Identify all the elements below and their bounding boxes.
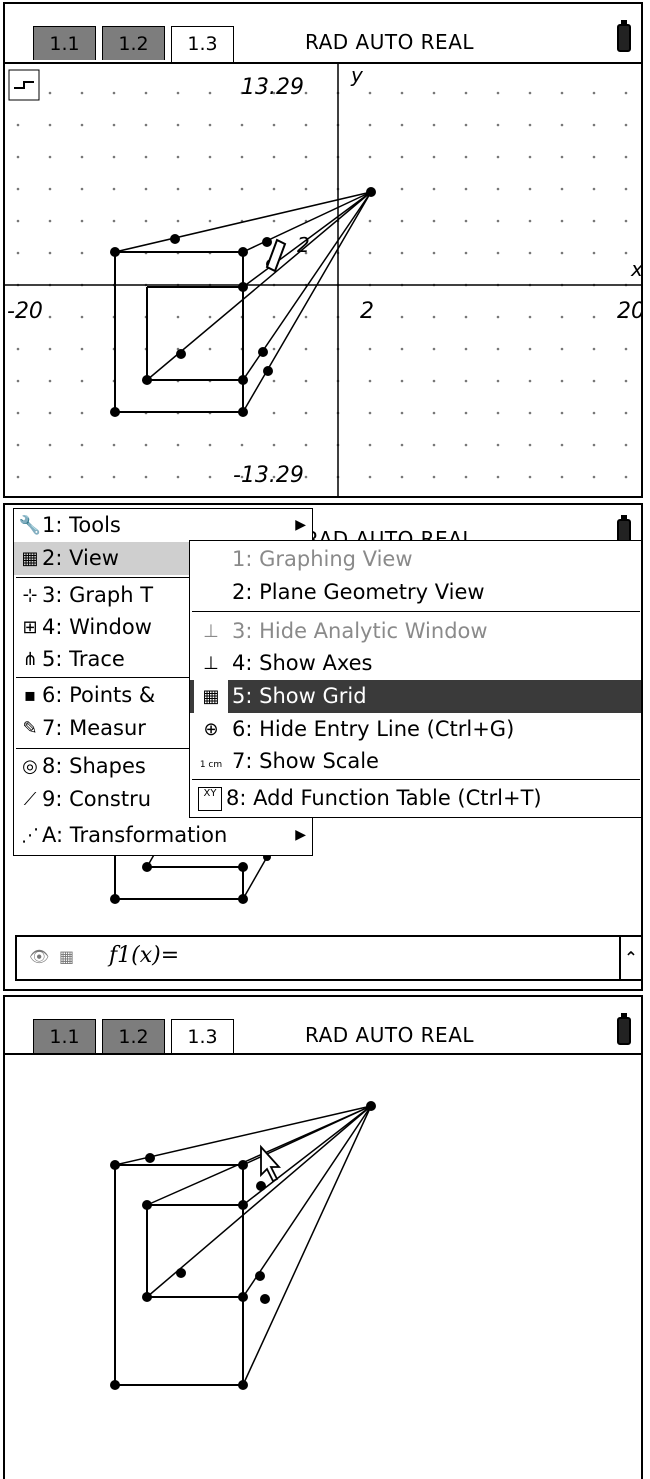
menu-item-view[interactable]: ▦ 2: View — [14, 542, 194, 575]
tab-1-1[interactable]: 1.1 — [33, 26, 96, 60]
function-entry-line[interactable]: 👁 ▦ f1(x)= — [15, 935, 623, 981]
expand-history-button[interactable]: ⌃ — [619, 935, 641, 981]
trace-icon: ⋔ — [22, 649, 38, 670]
menu-item-show-grid[interactable]: ▦ 5: Show Grid — [190, 680, 641, 713]
ruler-icon: ✎ — [22, 718, 38, 739]
point-icon: ▪ — [23, 685, 37, 706]
calculator-screen-1: 1.1 1.2 1.3 RAD AUTO REAL 13.29 y x -20 … — [3, 2, 643, 498]
grid-icon: ▦ — [194, 680, 228, 713]
tab-1-3[interactable]: 1.3 — [171, 26, 234, 62]
plot-type-icon[interactable]: ▦ — [59, 947, 74, 966]
circle-icon: ◎ — [22, 756, 38, 777]
view-submenu: 1: Graphing View 2: Plane Geometry View … — [189, 540, 641, 818]
ymin-label: -13.29 — [233, 463, 304, 488]
wrench-icon: 🔧 — [18, 515, 42, 536]
tab-bar: 1.1 1.2 1.3 RAD AUTO REAL — [5, 4, 641, 64]
menu-item-graphing-view[interactable]: 1: Graphing View — [190, 543, 641, 576]
battery-icon — [617, 1013, 631, 1045]
y-axis-label: y — [350, 63, 364, 87]
tab-1-3[interactable]: 1.3 — [171, 1019, 234, 1055]
tab-1-2[interactable]: 1.2 — [102, 1019, 165, 1053]
graph-icon: ⊹ — [22, 585, 38, 606]
menu-item-show-scale[interactable]: 1 cm 7: Show Scale — [190, 745, 641, 778]
x-axis-label: x — [630, 257, 641, 281]
ymax-label: 13.29 — [241, 75, 304, 100]
axes-icon: ⊥ — [203, 621, 219, 642]
menu-item-hide-analytic-window[interactable]: ⊥ 3: Hide Analytic Window — [190, 615, 641, 648]
mode-indicator: RAD AUTO REAL — [305, 30, 475, 54]
xmax-label: 20 — [617, 299, 641, 324]
axes-icon: ⊥ — [203, 653, 219, 674]
figure-shape[interactable] — [110, 187, 376, 417]
menu-item-add-function-table[interactable]: XY 8: Add Function Table (Ctrl+T) — [190, 782, 641, 815]
window-icon: ⊞ — [22, 617, 38, 638]
tab-1-1[interactable]: 1.1 — [33, 1019, 96, 1053]
menu-item-show-axes[interactable]: ⊥ 4: Show Axes — [190, 647, 641, 680]
mode-indicator: RAD AUTO REAL — [305, 1023, 475, 1047]
grid-icon: ▦ — [21, 548, 39, 569]
table-icon: XY — [198, 787, 222, 811]
tab-1-2[interactable]: 1.2 — [102, 26, 165, 60]
entry-line-icon: ⊕ — [203, 719, 219, 740]
menu-item-tools[interactable]: 🔧 1: Tools ▶ — [14, 509, 312, 542]
calculator-screen-2: RAD AUTO REAL 🔧 1: Tools ▶ ▦ 2: View ⊹ 3… — [3, 503, 643, 991]
menu-item-transformation[interactable]: ⋰ A: Transformation ▶ — [14, 819, 312, 852]
graph-area[interactable]: 13.29 y x -20 2 20 2 -13.29 — [5, 62, 641, 498]
tab-bar: 1.1 1.2 1.3 RAD AUTO REAL — [5, 997, 641, 1055]
menu-item-plane-geometry-view[interactable]: 2: Plane Geometry View — [190, 576, 641, 609]
menu-item-hide-entry-line[interactable]: ⊕ 6: Hide Entry Line (Ctrl+G) — [190, 713, 641, 746]
transform-icon: ⋰ — [21, 825, 39, 846]
calculator-screen-3: 1.1 1.2 1.3 RAD AUTO REAL — [3, 995, 643, 1479]
battery-icon — [617, 20, 631, 52]
submenu-arrow-icon: ▶ — [295, 827, 306, 843]
graph-area[interactable] — [5, 1055, 641, 1479]
xtick-label: 2 — [360, 299, 374, 324]
construct-icon: ⟋ — [23, 789, 37, 810]
xmin-label: -20 — [7, 299, 43, 324]
figure-shape[interactable] — [110, 1101, 376, 1390]
eye-icon[interactable]: 👁 — [29, 947, 49, 966]
submenu-arrow-icon: ▶ — [295, 517, 306, 533]
function-label: f1(x)= — [109, 943, 180, 968]
